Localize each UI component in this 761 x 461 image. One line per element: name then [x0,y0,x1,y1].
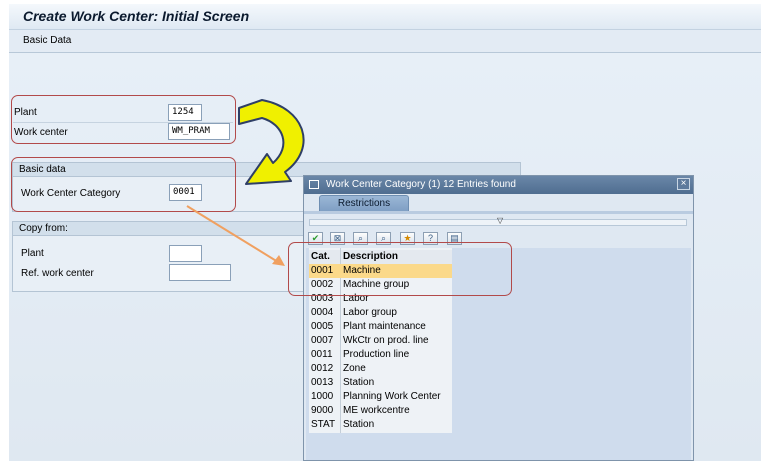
row-cat: 0004 [311,307,334,318]
row-cat: 0013 [311,377,334,388]
row-desc: Labor group [343,307,397,318]
basic-data-button[interactable]: Basic Data [23,35,71,46]
list-item[interactable]: 0007 WkCtr on prod. line [309,334,452,348]
list-item[interactable]: 0005 Plant maintenance [309,320,452,334]
annotation-box-plant-workcenter [11,95,236,144]
row-cat: STAT [311,419,336,430]
row-cat: 0007 [311,335,334,346]
annotation-box-category [11,157,236,212]
list-item[interactable]: 0012 Zone [309,362,452,376]
dialog-title-bar: Work Center Category (1) 12 Entries foun… [304,176,693,194]
dialog-icon [309,180,319,189]
list-item[interactable]: 9000 ME workcentre [309,404,452,418]
copy-from-group-title: Copy from: [19,223,68,234]
annotation-box-selection [288,242,512,296]
row-cat: 0012 [311,363,334,374]
row-cat: 0011 [311,349,333,360]
list-item[interactable]: 0013 Station [309,376,452,390]
value-help-dialog: Work Center Category (1) 12 Entries foun… [303,175,694,461]
copy-from-group: Copy from: Plant Ref. work center [12,221,307,292]
restrictions-expander[interactable]: ▽ [309,216,687,226]
copy-from-group-header: Copy from: [13,222,306,236]
expand-triangle-icon: ▽ [497,216,504,225]
row-desc: Production line [343,349,410,360]
row-desc: Zone [343,363,366,374]
list-item[interactable]: STAT Station [309,418,452,432]
tab-strip-divider [304,211,693,214]
list-item[interactable]: 0004 Labor group [309,306,452,320]
row-desc: WkCtr on prod. line [343,335,429,346]
list-item[interactable]: 0011 Production line [309,348,452,362]
close-button[interactable]: × [677,178,690,190]
ref-work-center-input[interactable] [169,264,231,281]
row-desc: ME workcentre [343,405,410,416]
row-desc: Planning Work Center [343,391,441,402]
ref-work-center-label: Ref. work center [21,268,94,279]
row-cat: 1000 [311,391,334,402]
title-bar: Create Work Center: Initial Screen [9,4,761,30]
row-cat: 9000 [311,405,334,416]
copy-plant-input[interactable] [169,245,202,262]
row-desc: Plant maintenance [343,321,426,332]
application-toolbar: Basic Data [9,30,761,53]
row-desc: Station [343,377,375,388]
dialog-title: Work Center Category (1) 12 Entries foun… [326,179,516,190]
copy-plant-label: Plant [21,248,44,259]
page-title: Create Work Center: Initial Screen [23,8,250,24]
list-item[interactable]: 1000 Planning Work Center [309,390,452,404]
row-cat: 0005 [311,321,334,332]
tab-restrictions[interactable]: Restrictions [319,195,409,211]
row-desc: Station [343,419,375,430]
